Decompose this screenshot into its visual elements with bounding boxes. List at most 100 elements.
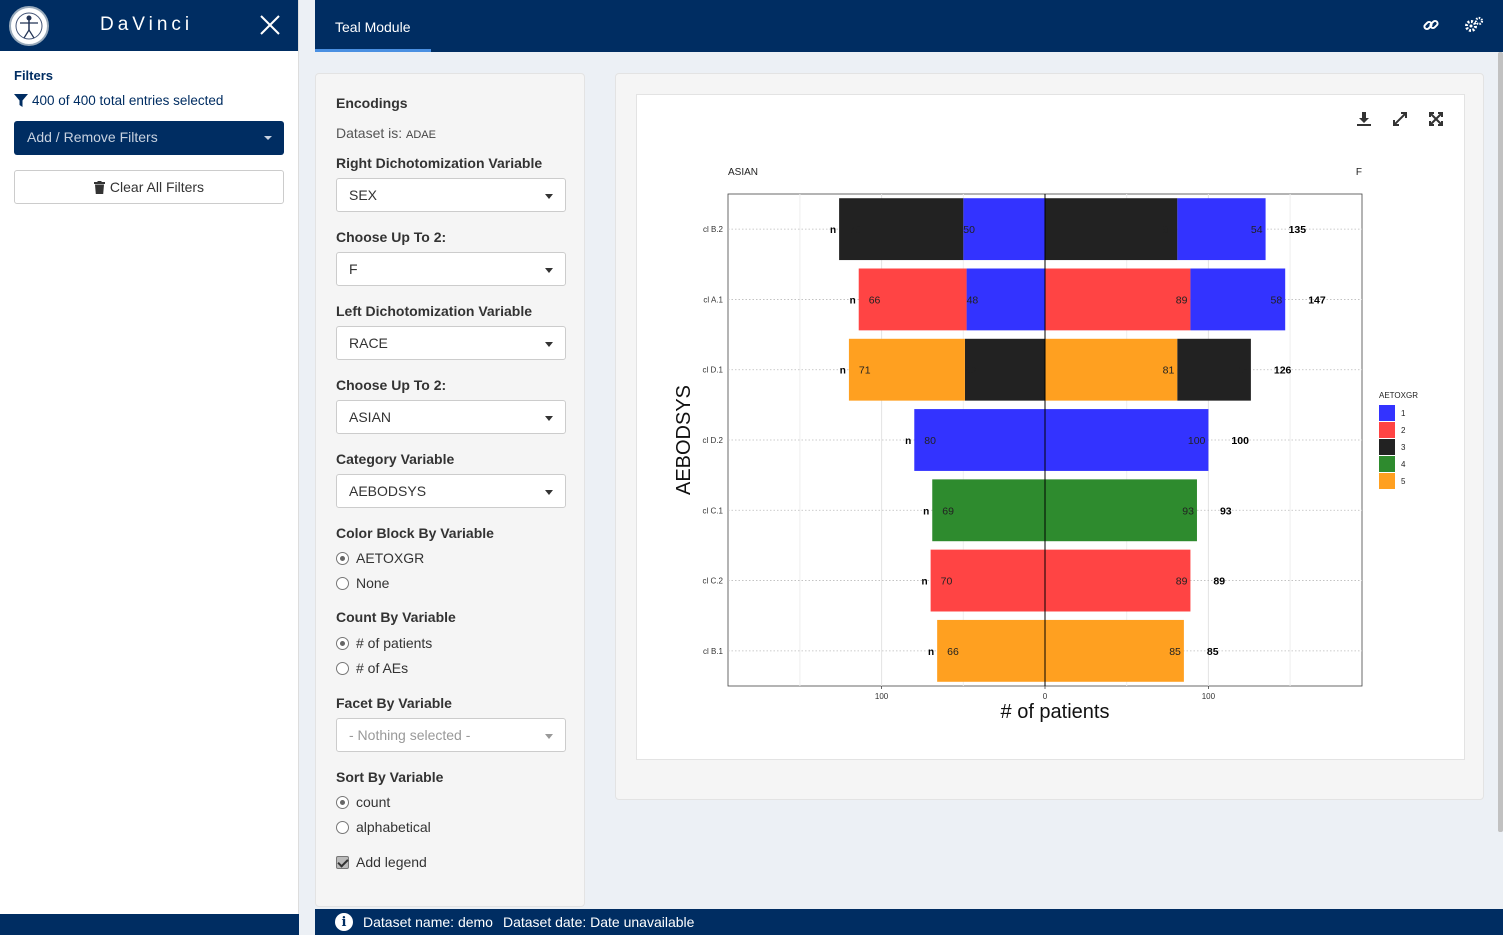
left-dich-label: Left Dichotomization Variable — [336, 303, 533, 319]
trash-icon — [93, 180, 105, 194]
right-dich-label: Right Dichotomization Variable — [336, 155, 543, 171]
radio-button[interactable] — [336, 661, 349, 675]
data-label-left: 69 — [942, 505, 954, 517]
chevron-down-icon — [545, 734, 553, 739]
add-remove-filters-dropdown[interactable]: Add / Remove Filters — [14, 121, 284, 155]
data-label-right: 89 — [1176, 576, 1188, 588]
entries-summary: 400 of 400 total entries selected — [14, 93, 223, 108]
data-label-right: 81 — [1163, 224, 1175, 236]
color-block-label: Color Block By Variable — [336, 525, 494, 541]
clear-all-filters-button[interactable]: Clear All Filters — [14, 170, 284, 204]
legend-label: 3 — [1401, 443, 1406, 452]
radio-button[interactable] — [336, 820, 349, 834]
sidebar-footer — [0, 914, 299, 935]
chevron-down-icon — [264, 136, 272, 140]
total-label: 126 — [1274, 365, 1292, 377]
clear-all-filters-label: Clear All Filters — [109, 179, 205, 195]
choose-right-select[interactable]: F — [336, 252, 566, 286]
choose-right-value: F — [349, 261, 358, 277]
legend-swatch — [1379, 405, 1395, 421]
count-by-option-aes[interactable]: # of AEs — [336, 660, 408, 676]
color-block-option-none[interactable]: None — [336, 575, 389, 591]
add-remove-filters-label: Add / Remove Filters — [27, 129, 158, 145]
right-dich-select[interactable]: SEX — [336, 178, 566, 212]
radio-button[interactable] — [336, 636, 349, 650]
y-tick-label: cl B.2 — [703, 225, 724, 234]
data-label-right: 89 — [1176, 294, 1188, 306]
chevron-down-icon — [545, 416, 553, 421]
legend-label: 2 — [1401, 426, 1406, 435]
category-label: Category Variable — [336, 451, 455, 467]
data-label-left: 48 — [967, 294, 979, 306]
total-label: 100 — [1231, 435, 1249, 447]
total-label: 93 — [1220, 505, 1232, 517]
chevron-down-icon — [545, 490, 553, 495]
x-tick-label: 0 — [1043, 692, 1048, 701]
sort-option-label: count — [356, 794, 391, 810]
left-dich-select[interactable]: RACE — [336, 326, 566, 360]
data-label-left: 70 — [941, 576, 953, 588]
bar-segment-right — [1045, 338, 1178, 401]
right-dich-value: SEX — [349, 187, 378, 203]
sort-option-alphabetical[interactable]: alphabetical — [336, 819, 431, 835]
legend-label: 5 — [1401, 477, 1406, 486]
chevron-down-icon — [545, 194, 553, 199]
count-by-option-label: # of AEs — [356, 660, 409, 676]
entries-text: 400 of 400 total entries selected — [32, 93, 224, 108]
sort-label: Sort By Variable — [336, 769, 444, 785]
radio-button[interactable] — [336, 576, 349, 590]
count-by-option-label: # of patients — [356, 635, 433, 651]
page-scrollbar[interactable] — [1498, 52, 1503, 832]
data-label-left: 49 — [965, 365, 977, 377]
facet-left-title: ASIAN — [728, 167, 758, 178]
radio-button[interactable] — [336, 551, 349, 565]
encodings-title: Encodings — [336, 95, 408, 111]
add-legend-checkbox[interactable]: Add legend — [336, 854, 427, 870]
total-label: 89 — [1213, 576, 1225, 588]
n-label: n — [850, 295, 856, 306]
dataset-name: ADAE — [406, 129, 436, 141]
data-label-right: 85 — [1169, 646, 1181, 658]
data-label-left: 66 — [869, 294, 881, 306]
bar-segment-right — [1045, 409, 1209, 471]
choose-left-select[interactable]: ASIAN — [336, 400, 566, 434]
gears-icon[interactable] — [1464, 16, 1484, 34]
count-by-option-patients[interactable]: # of patients — [336, 635, 432, 651]
n-label: n — [840, 366, 846, 377]
total-label: 147 — [1308, 294, 1326, 306]
legend-swatch — [1379, 439, 1395, 455]
legend-swatch — [1379, 456, 1395, 472]
add-legend-label: Add legend — [356, 854, 427, 870]
dataset-prefix: Dataset is: — [336, 125, 403, 141]
count-by-label: Count By Variable — [336, 609, 456, 625]
checkbox[interactable] — [336, 855, 349, 869]
total-label: 135 — [1289, 224, 1307, 236]
category-value: AEBODSYS — [349, 483, 427, 499]
legend-label: 1 — [1401, 409, 1406, 418]
bar-segment-right — [1045, 268, 1191, 331]
legend-title: AETOXGR — [1379, 391, 1418, 400]
close-icon[interactable] — [258, 13, 282, 37]
category-select[interactable]: AEBODSYS — [336, 474, 566, 508]
facet-right-title: F — [1356, 167, 1362, 178]
color-block-option-aetoxgr[interactable]: AETOXGR — [336, 550, 424, 566]
n-label: n — [923, 506, 929, 517]
data-label-right: 45 — [1236, 365, 1248, 377]
dataset-info: Dataset is: ADAE — [336, 125, 436, 141]
chevron-down-icon — [545, 342, 553, 347]
radio-button[interactable] — [336, 795, 349, 809]
data-label-right: 93 — [1182, 505, 1194, 517]
link-icon[interactable] — [1422, 16, 1440, 34]
n-label: n — [830, 225, 836, 236]
facet-select[interactable]: - Nothing selected - — [336, 718, 566, 752]
bar-segment-left — [963, 198, 1045, 261]
y-tick-label: cl D.2 — [703, 436, 724, 445]
sort-option-count[interactable]: count — [336, 794, 390, 810]
info-icon: i — [335, 913, 353, 931]
data-label-left: 71 — [859, 365, 871, 377]
x-tick-label: 100 — [875, 692, 889, 701]
color-block-option-label: None — [356, 575, 390, 591]
n-label: n — [922, 577, 928, 588]
data-label-left: 50 — [963, 224, 975, 236]
tab-teal-module[interactable]: Teal Module — [315, 0, 431, 52]
